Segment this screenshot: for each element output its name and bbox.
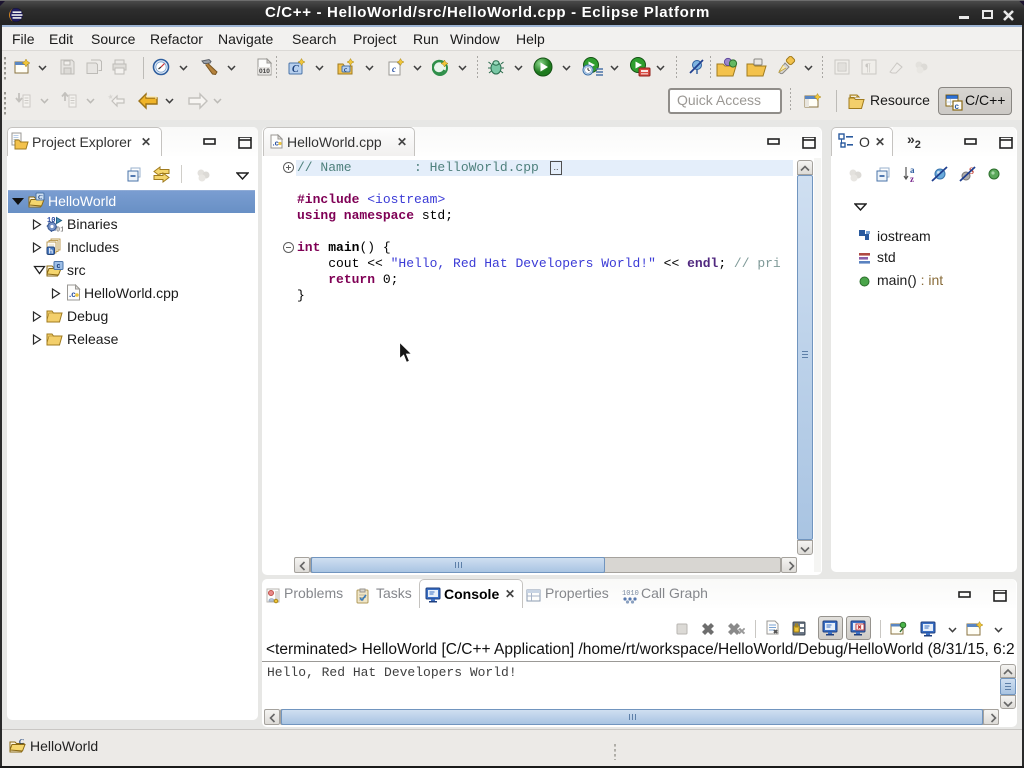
svg-text:c: c	[344, 66, 347, 74]
svg-text:c: c	[955, 102, 960, 111]
svg-text:z: z	[910, 174, 914, 184]
svg-text:h: h	[49, 248, 53, 255]
svg-text:01: 01	[56, 227, 63, 233]
svg-text:C: C	[38, 194, 43, 201]
svg-text:010: 010	[259, 68, 270, 75]
svg-text:C: C	[292, 64, 299, 75]
svg-text:¶: ¶	[865, 62, 871, 74]
svg-text:C: C	[19, 738, 24, 746]
svg-text:c: c	[57, 263, 61, 270]
svg-text:.c: .c	[69, 290, 76, 299]
svg-text:.c: .c	[273, 139, 279, 148]
svg-text:1010: 1010	[622, 590, 639, 598]
svg-text:c: c	[392, 64, 396, 74]
